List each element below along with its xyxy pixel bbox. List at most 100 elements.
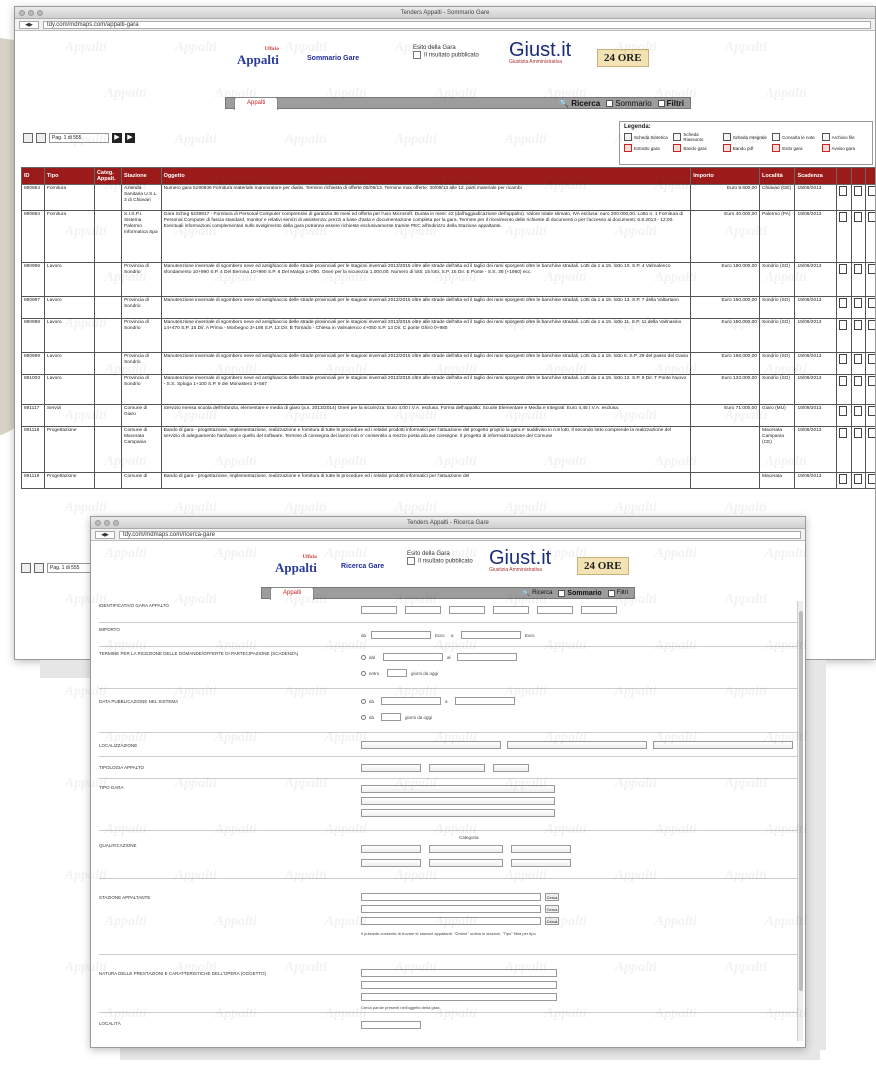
tipo-gara-select-3[interactable]: [361, 809, 555, 817]
qual-select-4[interactable]: [361, 859, 421, 867]
column-header[interactable]: ID: [21, 167, 45, 185]
qual-select-3[interactable]: [511, 845, 571, 853]
cerca-stazione-button-1[interactable]: Cerca: [545, 893, 559, 901]
esito-gara-box[interactable]: Esito della Gara Il risultato pubblicato: [413, 45, 479, 59]
scheda-icon[interactable]: [839, 474, 848, 484]
table-row[interactable]: 890999 Lavoro Provincia di Sondrio Manutenz…: [21, 352, 875, 375]
first-page-button[interactable]: [23, 133, 33, 143]
appalti-logo[interactable]: Ufficio Appalti: [275, 555, 317, 576]
print-icon[interactable]: [853, 406, 862, 416]
filtri-button[interactable]: Filtri: [657, 99, 684, 108]
qual-select-6[interactable]: [511, 859, 571, 867]
table-row[interactable]: 891119 Progettazione Comune di Bando di gar…: [21, 472, 875, 489]
document-icon[interactable]: [868, 212, 875, 222]
minimize-dot-icon[interactable]: [28, 10, 34, 16]
print-icon[interactable]: [853, 264, 862, 274]
localita-field[interactable]: [361, 1021, 421, 1029]
scheda-icon[interactable]: [839, 320, 848, 330]
sommario-button[interactable]: Sommario: [558, 589, 602, 597]
column-header[interactable]: Importo: [690, 167, 761, 185]
prev-page-button[interactable]: [36, 133, 46, 143]
window-controls[interactable]: [95, 520, 119, 526]
minimize-dot-icon[interactable]: [104, 520, 110, 526]
scheda-icon[interactable]: [839, 406, 848, 416]
comune-select[interactable]: [653, 741, 793, 749]
prev-page-button[interactable]: [34, 563, 44, 573]
pub-giorni-field[interactable]: [381, 713, 401, 721]
termine-radio-entro[interactable]: [361, 671, 366, 676]
cerca-stazione-button-3[interactable]: Cerca: [545, 917, 559, 925]
table-row[interactable]: 890854 Fornitura Azienda Sanitaria U.S.L. …: [21, 184, 875, 211]
giust-logo[interactable]: Giust.it Giustizia Amministrativa: [509, 39, 571, 65]
first-page-button[interactable]: [21, 563, 31, 573]
id-field-4[interactable]: [493, 606, 529, 614]
stazione-field-2[interactable]: [361, 905, 541, 913]
sommario-button[interactable]: Sommario: [606, 99, 652, 108]
print-icon[interactable]: [853, 212, 862, 222]
appalti-logo[interactable]: Ufficio Appalti: [237, 47, 279, 68]
scrollbar-thumb[interactable]: [799, 611, 803, 991]
tab-appalti[interactable]: Appalti: [234, 97, 279, 110]
document-icon[interactable]: [868, 428, 875, 438]
stazione-field-3[interactable]: [361, 917, 541, 925]
print-icon[interactable]: [853, 474, 862, 484]
print-icon[interactable]: [853, 428, 862, 438]
esito-gara-box[interactable]: Esito della Gara Il risultato pubblicato: [407, 551, 473, 565]
scheda-icon[interactable]: [839, 354, 848, 364]
document-icon[interactable]: [868, 474, 875, 484]
scheda-icon[interactable]: [839, 186, 848, 196]
id-field-3[interactable]: [449, 606, 485, 614]
document-icon[interactable]: [868, 320, 875, 330]
table-row[interactable]: 890998 Lavoro Provincia di Sondrio Manutenz…: [21, 318, 875, 353]
giust-logo[interactable]: Giust.it Giustizia Amministrativa: [489, 547, 551, 573]
table-row[interactable]: 891118 Progettazione Comune di Macerata Ca…: [21, 426, 875, 473]
table-row[interactable]: 891003 Lavoro Provincia di Sondrio Manutenz…: [21, 374, 875, 405]
ricerca-button[interactable]: 🔍 Ricerca: [523, 590, 553, 597]
sole24ore-logo[interactable]: 24 ORE: [577, 557, 629, 575]
close-dot-icon[interactable]: [19, 10, 25, 16]
zoom-dot-icon[interactable]: [113, 520, 119, 526]
tipo-gara-select-2[interactable]: [361, 797, 555, 805]
back-forward-icon[interactable]: ◀▶: [95, 530, 115, 539]
table-row[interactable]: 890996 Lavoro Provincia di Sondrio Manutenz…: [21, 262, 875, 297]
scheda-icon[interactable]: [839, 298, 848, 308]
tipologia-select-2[interactable]: [429, 764, 485, 772]
print-icon[interactable]: [853, 376, 862, 386]
checkbox-icon[interactable]: [407, 557, 415, 565]
url-field[interactable]: tdy.com/mdmaps.com/appalti-gara: [43, 20, 871, 29]
qual-select-1[interactable]: [361, 845, 421, 853]
sole24ore-logo[interactable]: 24 ORE: [597, 49, 649, 67]
importo-da-field[interactable]: [371, 631, 431, 639]
pub-a-field[interactable]: [455, 697, 515, 705]
tipologia-select-3[interactable]: [493, 764, 529, 772]
document-icon[interactable]: [868, 298, 875, 308]
last-page-icon[interactable]: ▶: [125, 133, 135, 143]
column-header[interactable]: Scadenza: [794, 167, 838, 185]
page-select[interactable]: Pag. 1 di 555: [49, 133, 109, 143]
tab-appalti[interactable]: Appalti: [270, 587, 315, 600]
regione-select[interactable]: [361, 741, 501, 749]
back-forward-icon[interactable]: ◀▶: [19, 20, 39, 29]
pub-radio-da[interactable]: [361, 699, 366, 704]
scheda-icon[interactable]: [839, 264, 848, 274]
table-row[interactable]: 890997 Lavoro Provincia di Sondrio Manutenz…: [21, 296, 875, 319]
close-dot-icon[interactable]: [95, 520, 101, 526]
sommario-gare-link[interactable]: Sommario Gare: [307, 55, 359, 62]
id-field-6[interactable]: [581, 606, 617, 614]
column-header[interactable]: [850, 167, 867, 185]
column-header[interactable]: Oggetto: [160, 167, 692, 185]
scrollbar[interactable]: [797, 601, 803, 1041]
natura-field-2[interactable]: [361, 981, 557, 989]
table-row[interactable]: 891117 Servizi Comune di Giaro Servizio men…: [21, 404, 875, 427]
column-header[interactable]: Località: [759, 167, 796, 185]
pub-da-field[interactable]: [381, 697, 441, 705]
document-icon[interactable]: [868, 354, 875, 364]
importo-a-field[interactable]: [461, 631, 521, 639]
print-icon[interactable]: [853, 186, 862, 196]
ricerca-gare-link[interactable]: Ricerca Gare: [341, 563, 384, 570]
termine-radio-dal[interactable]: [361, 655, 366, 660]
termine-giorni-field[interactable]: [387, 669, 407, 677]
natura-field-3[interactable]: [361, 993, 557, 1001]
id-field-2[interactable]: [405, 606, 441, 614]
column-header[interactable]: [865, 167, 875, 185]
